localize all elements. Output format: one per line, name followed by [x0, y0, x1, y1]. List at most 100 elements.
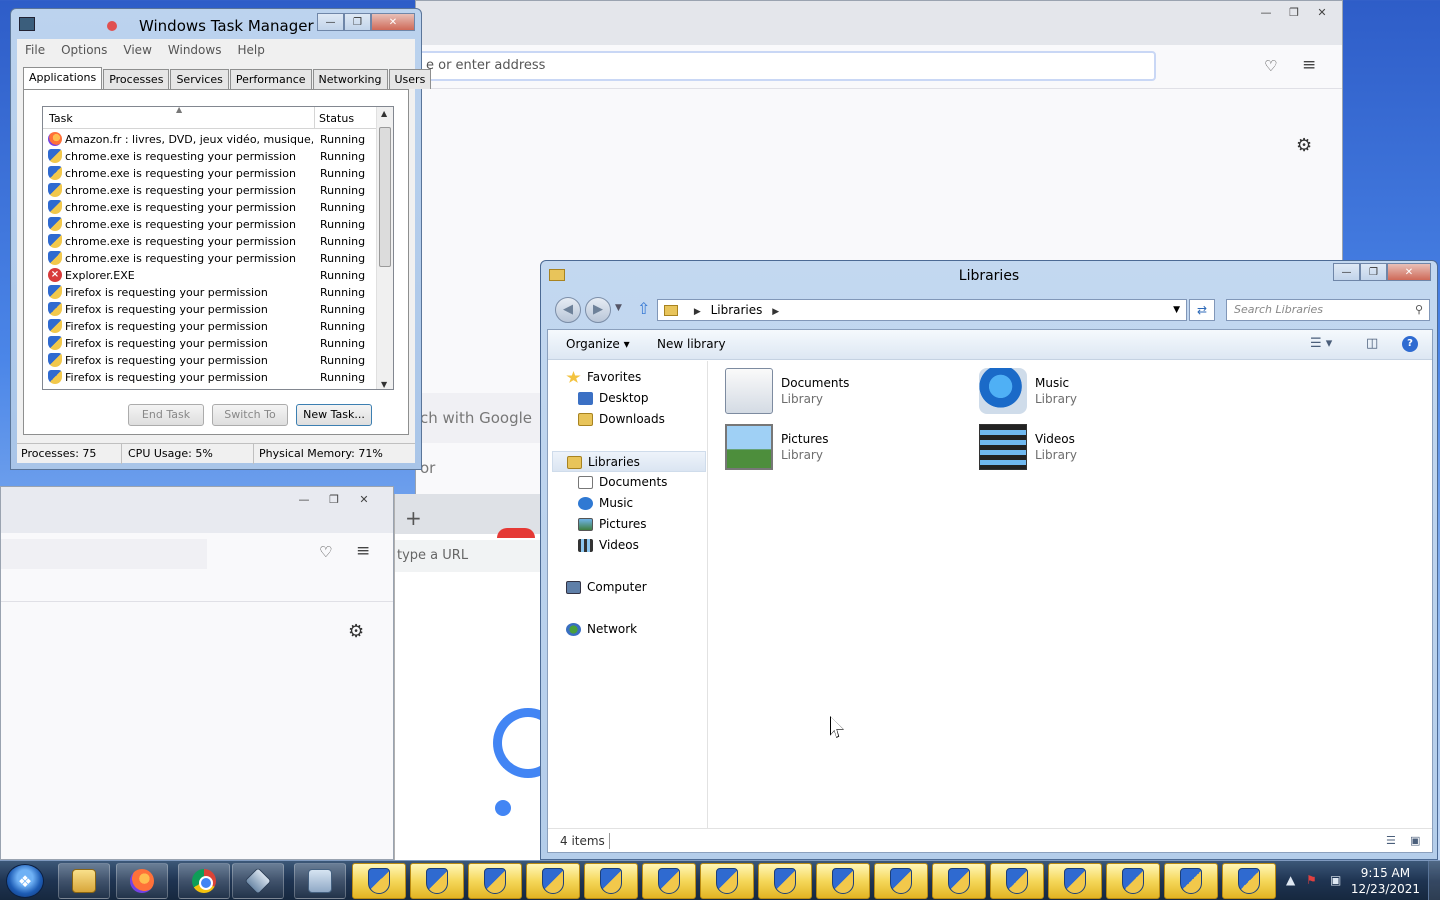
table-row[interactable]: chrome.exe is requesting your permission… — [43, 216, 377, 233]
menu-file[interactable]: File — [17, 41, 53, 59]
nav-computer[interactable]: Computer — [566, 577, 647, 598]
close-icon[interactable]: ✕ — [349, 489, 379, 509]
tab-applications[interactable]: Applications — [23, 67, 103, 90]
new-tab-icon[interactable]: + — [405, 506, 422, 530]
column-header-task[interactable]: Task — [49, 112, 73, 125]
hamburger-menu-icon[interactable]: ≡ — [356, 541, 370, 561]
taskbar-firefox[interactable] — [116, 863, 168, 899]
menu-view[interactable]: View — [115, 41, 159, 59]
scroll-up-icon[interactable]: ▲ — [381, 109, 387, 118]
firefox-search-box[interactable]: ch with Google or — [416, 393, 542, 477]
explorer-window[interactable]: Libraries — ❐ ✕ ◀ ▶ ▼ ⇧ ▶ Libraries ▶ ▼ … — [540, 260, 1438, 860]
maximize-icon[interactable]: ❐ — [319, 489, 349, 509]
taskbar-uac-prompt[interactable] — [410, 863, 464, 899]
table-row[interactable]: Firefox is requesting your permission Run… — [43, 335, 377, 352]
taskbar-uac-prompt[interactable] — [700, 863, 754, 899]
tab-networking[interactable]: Networking — [312, 69, 388, 89]
end-task-button[interactable]: End Task — [128, 404, 204, 426]
task-manager-window[interactable]: Windows Task Manager — ❐ ✕ File Options … — [10, 8, 432, 470]
taskbar-uac-prompt[interactable] — [758, 863, 812, 899]
table-row[interactable]: chrome.exe is requesting your permission… — [43, 165, 377, 182]
task-manager-app-icon[interactable] — [19, 17, 35, 31]
help-icon[interactable]: ? — [1402, 336, 1418, 352]
show-desktop-button[interactable] — [1428, 861, 1440, 900]
table-row[interactable]: chrome.exe is requesting your permission… — [43, 199, 377, 216]
tiles-view-icon[interactable]: ▣ — [1410, 834, 1420, 847]
hamburger-menu-icon[interactable]: ≡ — [1302, 55, 1316, 75]
taskbar-virtualbox[interactable] — [232, 863, 284, 899]
change-view-icon[interactable]: ☰ ▾ — [1310, 336, 1332, 351]
table-row[interactable]: Firefox is requesting your permission Run… — [43, 369, 377, 386]
nav-libraries[interactable]: Libraries — [552, 451, 706, 472]
firefox-second-url-input[interactable] — [1, 539, 207, 569]
tab-processes[interactable]: Processes — [103, 69, 170, 89]
scroll-thumb[interactable] — [379, 127, 391, 267]
taskbar-uac-prompt[interactable] — [1164, 863, 1218, 899]
start-button[interactable]: ❖ — [6, 864, 44, 898]
task-list[interactable]: ▲ Task Status Amazon.fr : livres, DVD, j… — [42, 106, 394, 390]
gear-icon[interactable]: ⚙ — [1296, 135, 1312, 156]
clock[interactable]: 9:15 AM 12/23/2021 — [1351, 865, 1420, 897]
table-row[interactable]: chrome.exe is requesting your permission… — [43, 148, 377, 165]
library-item-documents[interactable]: Documents Library — [725, 366, 925, 416]
nav-favorites[interactable]: Favorites — [566, 367, 641, 388]
tab-performance[interactable]: Performance — [229, 69, 312, 89]
organize-button[interactable]: Organize ▾ — [566, 337, 630, 351]
nav-desktop[interactable]: Desktop — [578, 388, 649, 409]
nav-pictures[interactable]: Pictures — [578, 514, 647, 535]
chrome-tab[interactable] — [497, 528, 535, 538]
taskbar-uac-prompt[interactable] — [468, 863, 522, 899]
minimize-icon[interactable]: — — [289, 489, 319, 509]
minimize-button[interactable]: — — [317, 13, 344, 31]
breadcrumb-arrow-icon[interactable]: ▶ — [694, 307, 701, 317]
vertical-scrollbar[interactable]: ▲ ▼ — [376, 107, 393, 389]
action-center-icon[interactable]: ⚑ — [1306, 873, 1317, 887]
chrome-omnibox[interactable]: type a URL — [395, 540, 544, 572]
new-task-button[interactable]: New Task... — [296, 404, 372, 426]
forward-button[interactable]: ▶ — [585, 297, 611, 323]
back-button[interactable]: ◀ — [555, 297, 581, 323]
network-tray-icon[interactable]: ▣ — [1330, 873, 1341, 887]
table-row[interactable]: Firefox is requesting your permission Run… — [43, 301, 377, 318]
table-row[interactable]: chrome.exe is requesting your permission… — [43, 182, 377, 199]
nav-documents[interactable]: Documents — [578, 472, 667, 493]
maximize-button[interactable]: ❐ — [344, 13, 371, 31]
search-input[interactable]: Search Libraries ⚲ — [1226, 299, 1430, 321]
table-row[interactable]: chrome.exe is requesting your permission… — [43, 233, 377, 250]
pocket-icon[interactable]: ♡ — [1264, 57, 1277, 75]
up-arrow-icon[interactable]: ⇧ — [637, 299, 650, 318]
minimize-button[interactable]: — — [1333, 263, 1360, 281]
close-icon[interactable]: ✕ — [1308, 3, 1336, 21]
firefox-window-second[interactable]: — ❐ ✕ ♡ ≡ ⚙ — [0, 486, 394, 860]
taskbar-uac-prompt[interactable] — [874, 863, 928, 899]
nav-music[interactable]: Music — [578, 493, 633, 514]
taskbar-uac-prompt[interactable] — [816, 863, 870, 899]
library-item-music[interactable]: Music Library — [979, 366, 1179, 416]
taskbar-explorer[interactable] — [58, 863, 110, 899]
table-row[interactable]: × Explorer.EXE Running — [43, 267, 377, 284]
preview-pane-icon[interactable]: ◫ — [1366, 336, 1378, 351]
menu-help[interactable]: Help — [229, 41, 272, 59]
new-library-button[interactable]: New library — [657, 337, 726, 351]
firefox-second-titlebar[interactable]: — ❐ ✕ — [1, 487, 393, 533]
library-item-pictures[interactable]: Pictures Library — [725, 422, 925, 472]
pocket-icon[interactable]: ♡ — [319, 543, 332, 561]
taskbar-uac-prompt[interactable] — [1106, 863, 1160, 899]
taskbar-uac-prompt[interactable] — [990, 863, 1044, 899]
column-header-status[interactable]: Status — [319, 112, 354, 125]
chrome-window[interactable]: + type a URL — [394, 494, 563, 860]
table-row[interactable]: Firefox is requesting your permission Run… — [43, 352, 377, 369]
details-view-icon[interactable]: ☰ — [1386, 834, 1396, 847]
table-row[interactable]: Firefox is requesting your permission Run… — [43, 284, 377, 301]
table-row[interactable]: Amazon.fr : livres, DVD, jeux vidéo, mus… — [43, 131, 377, 148]
firefox-url-input[interactable]: e or enter address — [416, 51, 1156, 81]
library-item-videos[interactable]: Videos Library — [979, 422, 1179, 472]
taskbar-uac-prompt[interactable] — [526, 863, 580, 899]
search-icon[interactable]: ⚲ — [1415, 300, 1423, 320]
breadcrumb-arrow-icon[interactable]: ▶ — [772, 307, 779, 317]
scroll-down-icon[interactable]: ▼ — [381, 380, 387, 389]
firefox-titlebar[interactable]: — ❐ ✕ — [416, 1, 1342, 45]
close-button[interactable]: ✕ — [1387, 263, 1431, 281]
taskbar-chrome[interactable] — [178, 863, 230, 899]
address-bar[interactable]: ▶ Libraries ▶ ▼ — [657, 299, 1187, 321]
